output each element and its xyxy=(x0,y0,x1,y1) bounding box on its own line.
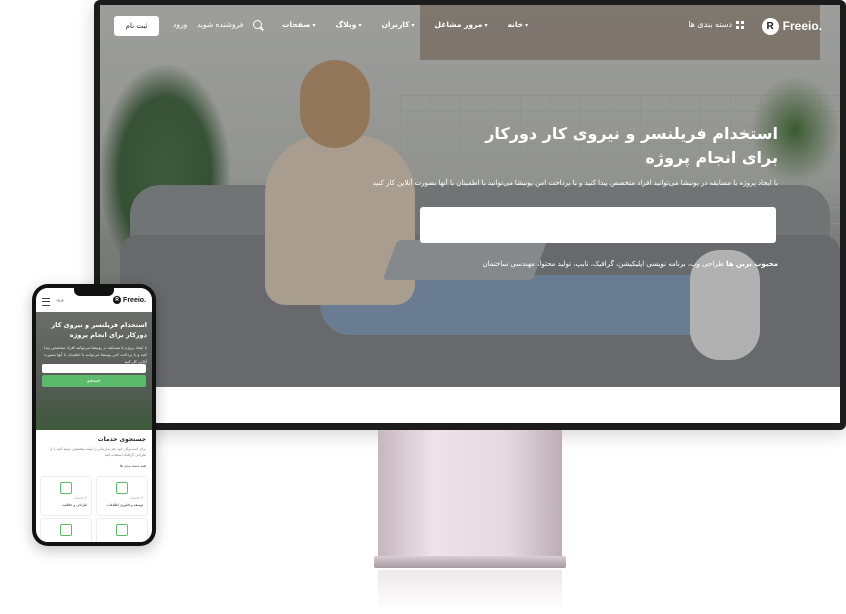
categories-menu[interactable]: دسته بندی ها xyxy=(688,20,744,29)
phone-search-input[interactable] xyxy=(42,364,146,373)
design-icon xyxy=(60,482,72,494)
phone-logo-text: Freeio. xyxy=(123,296,146,304)
hero-overlay xyxy=(100,5,840,387)
page-below-hero xyxy=(100,387,840,423)
nav-item-browse-jobs[interactable]: مرور مشاغل xyxy=(435,20,488,29)
phone-hero-title: استخدام فریلنسر و نیروی کار دورکار برای … xyxy=(51,321,147,339)
category-card-it[interactable]: ۳ خدمات توسعه و فناوری اطلاعات xyxy=(96,476,148,516)
monitor-screen: R Freeio. دسته بندی ها خانه مرور مشاغل ک… xyxy=(100,5,840,423)
category-card-design[interactable]: ۲ خدمات طراحی و خلاقیت xyxy=(40,476,92,516)
phone-login-link[interactable]: ورود xyxy=(56,297,64,302)
phone-logo-mark-icon: R xyxy=(113,296,122,304)
grid-icon xyxy=(736,20,744,29)
category-name: توسعه و فناوری اطلاعات xyxy=(106,503,143,507)
services-section-title: جستجوی خدمات xyxy=(97,436,146,443)
category-card-more[interactable] xyxy=(96,518,148,542)
phone-search-button[interactable]: جستجو xyxy=(42,375,146,387)
nav-item-home[interactable]: خانه xyxy=(507,20,528,29)
hero-subtitle: با ایجاد پروژه یا مسابقه در پونیشا می‌تو… xyxy=(372,179,778,187)
pen-icon xyxy=(60,524,72,536)
logo-mark-icon: R xyxy=(761,17,779,35)
phone-hero-subtitle: با ایجاد پروژه یا مسابقه در پونیشا می‌تو… xyxy=(43,345,147,364)
category-count: ۲ خدمات xyxy=(73,496,87,500)
phone-logo[interactable]: R Freeio. xyxy=(113,296,146,304)
hero-title: استخدام فریلنسر و نیروی کار دورکار برای … xyxy=(485,124,778,167)
window-icon xyxy=(116,524,128,536)
monitor-stand-neck xyxy=(378,430,562,556)
site-header: R Freeio. دسته بندی ها خانه مرور مشاغل ک… xyxy=(100,5,840,45)
logo-text: Freeio. xyxy=(782,19,822,33)
popular-searches: محبوب ترین ها طراحی وب، برنامه نویسی اپل… xyxy=(358,260,778,268)
monitor-stand-base xyxy=(374,556,566,568)
category-count: ۳ خدمات xyxy=(129,496,143,500)
phone-notch xyxy=(74,288,114,296)
category-name: طراحی و خلاقیت xyxy=(61,503,87,507)
hamburger-menu-icon[interactable] xyxy=(42,298,50,306)
code-icon xyxy=(116,482,128,494)
site-logo[interactable]: R Freeio. xyxy=(761,16,822,36)
category-card-more[interactable] xyxy=(40,518,92,542)
popular-label: محبوب ترین ها xyxy=(726,260,778,268)
phone-screen: ورود R Freeio. استخدام فریلنسر و نیروی ک… xyxy=(36,288,152,542)
services-section-subtitle: برای کسب‌وکار خود، هر سازمانی را تولید م… xyxy=(49,447,146,457)
signup-button[interactable]: ثبت نام xyxy=(114,16,159,36)
login-link[interactable]: ورود xyxy=(173,20,187,29)
become-seller-link[interactable]: فروشنده شوید xyxy=(197,20,243,29)
categories-label: دسته بندی ها xyxy=(688,20,732,29)
nav-item-users[interactable]: کاربران xyxy=(381,20,414,29)
nav-item-pages[interactable]: صفحات xyxy=(282,20,316,29)
search-icon[interactable] xyxy=(253,20,262,29)
nav-item-blog[interactable]: وبلاگ xyxy=(336,20,362,29)
monitor-stand-reflection xyxy=(378,570,562,610)
all-categories-link[interactable]: همه دسته بندی ها xyxy=(120,464,146,468)
main-nav: خانه مرور مشاغل کاربران وبلاگ صفحات xyxy=(282,20,528,29)
hero-section: R Freeio. دسته بندی ها خانه مرور مشاغل ک… xyxy=(100,5,840,387)
popular-items[interactable]: طراحی وب، برنامه نویسی اپلیکیشن، گرافیک،… xyxy=(482,260,723,268)
hero-search-input[interactable] xyxy=(420,207,776,243)
